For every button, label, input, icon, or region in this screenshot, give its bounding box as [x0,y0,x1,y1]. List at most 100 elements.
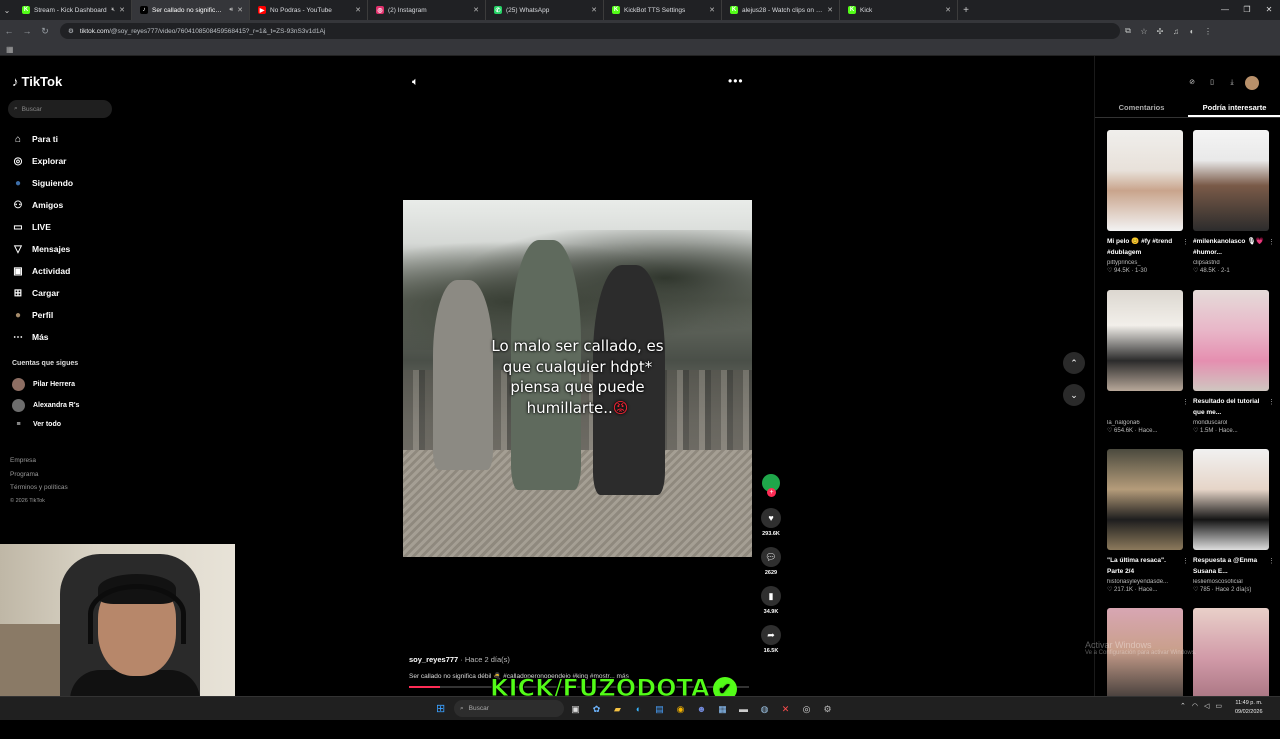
tab-close-icon[interactable]: ✕ [827,6,833,14]
recommended-video-card[interactable]: Respuesta a @Enma Susana E... lesliemosco… [1193,449,1275,593]
creator-avatar[interactable]: + [762,474,780,497]
browser-tab[interactable]: K Kick ✕ [840,0,958,20]
tab-close-icon[interactable]: ✕ [237,6,243,14]
tab-comments[interactable]: Comentarios [1095,100,1188,117]
browser-tab[interactable]: ◎ (2) Instagram ✕ [368,0,486,20]
share-action[interactable]: ➦ 16.5K [761,625,781,654]
taskbar-search[interactable]: ⌕ Buscar [454,700,564,717]
forward-icon[interactable]: → [18,26,36,36]
sidebar-item-live[interactable]: ▭ LIVE [12,216,122,238]
bookmark-star-icon[interactable]: ☆ [1136,27,1152,36]
next-video-button[interactable]: ⌄ [1063,384,1085,406]
install-app-icon[interactable]: ⧉ [1120,26,1136,36]
battery-icon[interactable]: ▭ [1215,702,1222,710]
video-thumbnail[interactable] [1107,130,1183,231]
sidebar-item-ms[interactable]: ⋯ Más [12,326,122,348]
see-all-following[interactable]: ≡ Ver todo [12,421,61,428]
video-thumbnail[interactable] [1193,290,1269,391]
discord-icon[interactable]: ☻ [694,702,709,716]
tab-close-icon[interactable]: ✕ [473,6,479,14]
maximize-icon[interactable]: ❐ [1236,0,1258,20]
volume-icon[interactable]: 🔈︎ [412,76,419,89]
sidebar-item-perfil[interactable]: ● Perfil [12,304,122,326]
user-avatar[interactable] [1245,76,1259,90]
following-account-alexandra[interactable]: Alexandra R's [12,399,79,412]
sidebar-item-siguiendo[interactable]: ● Siguiendo [12,172,122,194]
tab-close-icon[interactable]: ✕ [591,6,597,14]
reload-icon[interactable]: ↻ [36,26,54,37]
footer-link-terms[interactable]: Términos y políticas [10,481,68,495]
video-thumbnail[interactable] [1193,608,1269,709]
browser-tab[interactable]: ✆ (25) WhatsApp ✕ [486,0,604,20]
edge-icon[interactable]: ◐ [631,702,646,716]
chrome-menu-icon[interactable]: ⋮ [1200,27,1216,36]
card-username[interactable]: lesliemoscosoficial [1193,579,1269,585]
new-tab-icon[interactable]: + [958,5,974,16]
recommended-video-card[interactable]: Mi pelo 😊 #fy #trend #dublagem pittyprinc… [1107,130,1189,274]
video-thumbnail[interactable] [1107,608,1183,709]
file-explorer-icon[interactable]: ▰ [610,702,625,716]
browser-tab[interactable]: K KickBot TTS Settings ✕ [604,0,722,20]
copilot-icon[interactable]: ✿ [589,702,604,716]
sidebar-item-mensajes[interactable]: ▽ Mensajes [12,238,122,260]
comment-icon[interactable]: 💬︎ [761,547,781,567]
media-control-icon[interactable]: ♫ [1168,27,1184,36]
chrome-icon[interactable]: ◉ [673,702,688,716]
back-icon[interactable]: ← [0,26,18,36]
bookmark-icon[interactable]: ▮ [761,586,781,606]
site-info-icon[interactable]: ⚙ [68,27,74,35]
browser-tab[interactable]: ▶ No Podras - YouTube ✕ [250,0,368,20]
sidebar-item-parati[interactable]: ⌂ Para ti [12,128,122,150]
tab-search-chevron-icon[interactable]: ⌄ [0,6,14,15]
video-player[interactable]: Lo malo ser callado, es que cualquier hd… [403,200,752,557]
tiktok-logo[interactable]: ♪ TikTok [12,74,62,89]
card-more-icon[interactable]: ⋮ [1268,398,1275,406]
wifi-icon[interactable]: ◠ [1192,702,1198,710]
steam-icon[interactable]: ◍ [757,702,772,716]
following-account-pilar[interactable]: Pilar Herrera [12,378,75,391]
video-author[interactable]: soy_reyes777 · Hace 2 día(s) [409,655,510,664]
comment-action[interactable]: 💬︎ 2629 [761,547,781,576]
recommended-video-card[interactable]: Resultado del tutorial que me... mondusca… [1193,290,1275,434]
extensions-icon[interactable]: ✣ [1152,27,1168,36]
task-view-icon[interactable]: ▣ [568,702,583,716]
browser-tab[interactable]: Kalejus28 - Watch clips on Kick ✕ [722,0,840,20]
video-thumbnail[interactable] [1193,449,1269,550]
tab-close-icon[interactable]: ✕ [709,6,715,14]
address-bar[interactable]: ⚙ tiktok.com /@soy_reyes777/video/760410… [60,23,1120,39]
download-icon[interactable]: ⤓ [1225,76,1239,90]
sidebar-item-cargar[interactable]: ⊞ Cargar [12,282,122,304]
tab-recommended[interactable]: Podría interesarte [1188,100,1280,117]
close-window-icon[interactable]: ✕ [1258,0,1280,20]
compass-small-icon[interactable]: ⊘ [1185,76,1199,90]
tab-audio-icon[interactable]: 🔊︎ [229,7,233,14]
obs-icon[interactable]: ◎ [799,702,814,716]
browser-tab[interactable]: K Stream - Kick Dashboard 🔇︎ ✕ [14,0,132,20]
heart-icon[interactable]: ♥ [761,508,781,528]
tab-close-icon[interactable]: ✕ [355,6,361,14]
author-username[interactable]: soy_reyes777 [409,655,458,664]
video-thumbnail[interactable] [1107,449,1183,550]
tab-muted-icon[interactable]: 🔇︎ [111,7,115,14]
speaker-icon[interactable]: ◁ [1204,702,1209,710]
card-more-icon[interactable]: ⋮ [1182,238,1189,246]
previous-video-button[interactable]: ⌃ [1063,352,1085,374]
more-options-icon[interactable]: ••• [728,74,744,88]
follow-plus-icon[interactable]: + [767,488,776,497]
phone-icon[interactable]: ▯ [1205,76,1219,90]
capcut-icon[interactable]: ✕ [778,702,793,716]
recommended-video-card[interactable]: la_nalgona6 ♡ 654.6K · Hace... ⋮ [1107,290,1189,434]
terminal-icon[interactable]: ▬ [736,702,751,716]
video-thumbnail[interactable] [1193,130,1269,231]
card-username[interactable]: monduscarol [1193,420,1269,426]
search-input[interactable]: ⌕ Buscar [8,100,112,118]
card-more-icon[interactable]: ⋮ [1182,557,1189,565]
footer-link-company[interactable]: Empresa [10,454,68,468]
card-more-icon[interactable]: ⋮ [1268,557,1275,565]
footer-link-program[interactable]: Programa [10,468,68,482]
recommended-video-card[interactable]: "La última resaca". Parte 2/4 historiasyl… [1107,449,1189,593]
sidebar-item-amigos[interactable]: ⚇ Amigos [12,194,122,216]
card-more-icon[interactable]: ⋮ [1182,398,1189,406]
settings-gear-icon[interactable]: ⚙ [820,702,835,716]
video-thumbnail[interactable] [1107,290,1183,391]
